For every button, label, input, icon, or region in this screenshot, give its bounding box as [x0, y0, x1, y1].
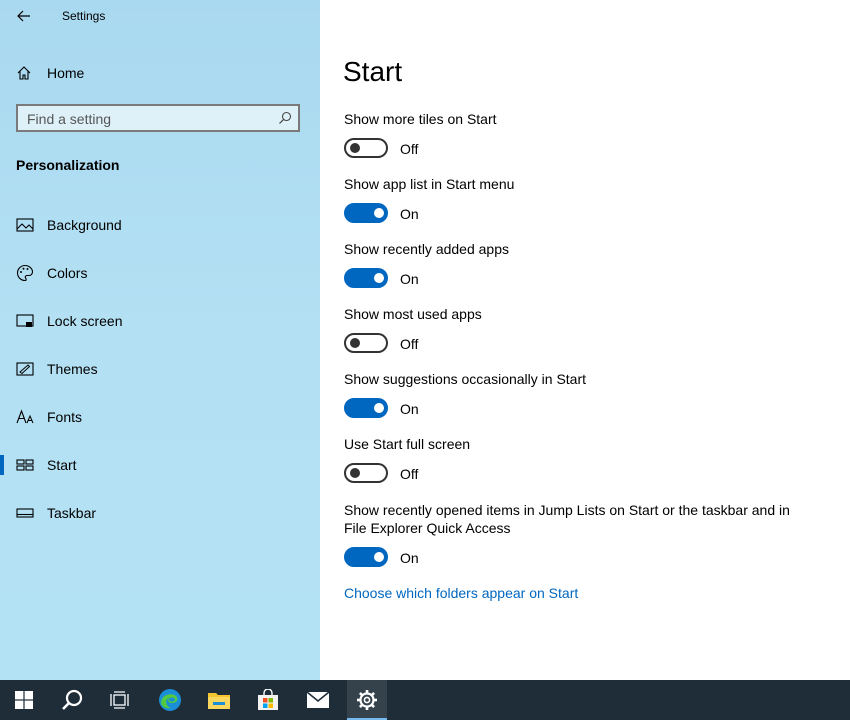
settings-gear-icon	[357, 690, 377, 710]
edge-icon	[159, 689, 181, 711]
toggle-state: Off	[400, 466, 419, 482]
setting-label-full-screen: Use Start full screen	[344, 436, 471, 452]
toggle-knob	[350, 338, 360, 348]
search-box[interactable]	[16, 104, 300, 132]
toggle-knob	[350, 143, 360, 153]
taskbar-search-button[interactable]	[48, 680, 96, 720]
sidebar-item-lock-screen[interactable]: Lock screen	[0, 301, 320, 341]
setting-label-more-tiles: Show more tiles on Start	[344, 111, 497, 127]
lock-screen-icon	[16, 312, 34, 330]
home-nav-item[interactable]: Home	[16, 62, 84, 84]
sidebar-item-label: Themes	[47, 361, 98, 377]
page-title: Start	[343, 56, 403, 87]
sidebar-item-start[interactable]: Start	[0, 445, 320, 485]
windows-start-icon	[15, 691, 33, 709]
toggle-knob	[374, 552, 384, 562]
search-icon[interactable]	[278, 111, 292, 125]
toggle-recently-added[interactable]	[344, 268, 388, 288]
store-icon	[258, 689, 278, 710]
choose-folders-link[interactable]: Choose which folders appear on Start	[344, 585, 578, 601]
search-icon	[62, 689, 83, 710]
toggle-jump-lists[interactable]	[344, 547, 388, 567]
file-explorer-button[interactable]	[195, 680, 243, 720]
sidebar-item-label: Fonts	[47, 409, 83, 425]
toggle-suggestions[interactable]	[344, 398, 388, 418]
toggle-state: On	[400, 401, 419, 417]
setting-label-app-list: Show app list in Start menu	[344, 176, 515, 192]
toggle-app-list[interactable]	[344, 203, 388, 223]
toggle-state: On	[400, 271, 419, 287]
toggle-state: On	[400, 550, 419, 566]
start-layout-icon	[16, 456, 34, 474]
taskbar-icon	[16, 504, 34, 522]
file-explorer-icon	[208, 693, 230, 709]
toggle-full-screen[interactable]	[344, 463, 388, 483]
section-title: Personalization	[16, 157, 120, 173]
toggle-state: Off	[400, 336, 419, 352]
fonts-icon	[16, 408, 34, 426]
edge-button[interactable]	[146, 680, 194, 720]
toggle-state: Off	[400, 141, 419, 157]
toggle-knob	[374, 273, 384, 283]
home-label: Home	[47, 65, 85, 81]
sidebar-item-taskbar[interactable]: Taskbar	[0, 493, 320, 533]
back-arrow-icon	[17, 10, 30, 22]
setting-label-most-used: Show most used apps	[344, 306, 482, 322]
start-button[interactable]	[0, 680, 48, 720]
sidebar-item-label: Background	[47, 217, 122, 233]
toggle-most-used[interactable]	[344, 333, 388, 353]
task-view-button[interactable]	[96, 680, 144, 720]
toggle-knob	[350, 468, 360, 478]
toggle-more-tiles[interactable]	[344, 138, 388, 158]
store-button[interactable]	[244, 680, 292, 720]
sidebar-item-background[interactable]: Background	[0, 205, 320, 245]
main-content: Start Show more tiles on Start Off Show …	[320, 0, 850, 680]
sidebar-item-label: Start	[47, 457, 77, 473]
window-title: Settings	[62, 9, 106, 23]
sidebar-item-themes[interactable]: Themes	[0, 349, 320, 389]
sidebar: Settings Home Personalization Background…	[0, 0, 320, 680]
search-input[interactable]	[27, 110, 267, 128]
sidebar-item-colors[interactable]: Colors	[0, 253, 320, 293]
palette-icon	[16, 264, 34, 282]
setting-label-recently-added: Show recently added apps	[344, 241, 509, 257]
background-icon	[16, 216, 34, 234]
sidebar-item-label: Taskbar	[47, 505, 97, 521]
back-button[interactable]	[12, 5, 36, 27]
task-view-icon	[110, 691, 129, 709]
themes-icon	[16, 360, 34, 378]
sidebar-item-label: Lock screen	[47, 313, 123, 329]
mail-icon	[306, 691, 330, 708]
toggle-knob	[374, 403, 384, 413]
mail-button[interactable]	[294, 680, 342, 720]
home-icon	[17, 66, 31, 80]
sidebar-item-fonts[interactable]: Fonts	[0, 397, 320, 437]
title-bar: Settings	[0, 0, 320, 32]
taskbar	[0, 680, 850, 720]
setting-label-jump-lists: Show recently opened items in Jump Lists…	[344, 502, 790, 536]
sidebar-item-label: Colors	[47, 265, 88, 281]
toggle-knob	[374, 208, 384, 218]
settings-taskbar-button[interactable]	[347, 680, 387, 720]
toggle-state: On	[400, 206, 419, 222]
selection-indicator	[0, 455, 4, 475]
setting-label-suggestions: Show suggestions occasionally in Start	[344, 371, 587, 387]
